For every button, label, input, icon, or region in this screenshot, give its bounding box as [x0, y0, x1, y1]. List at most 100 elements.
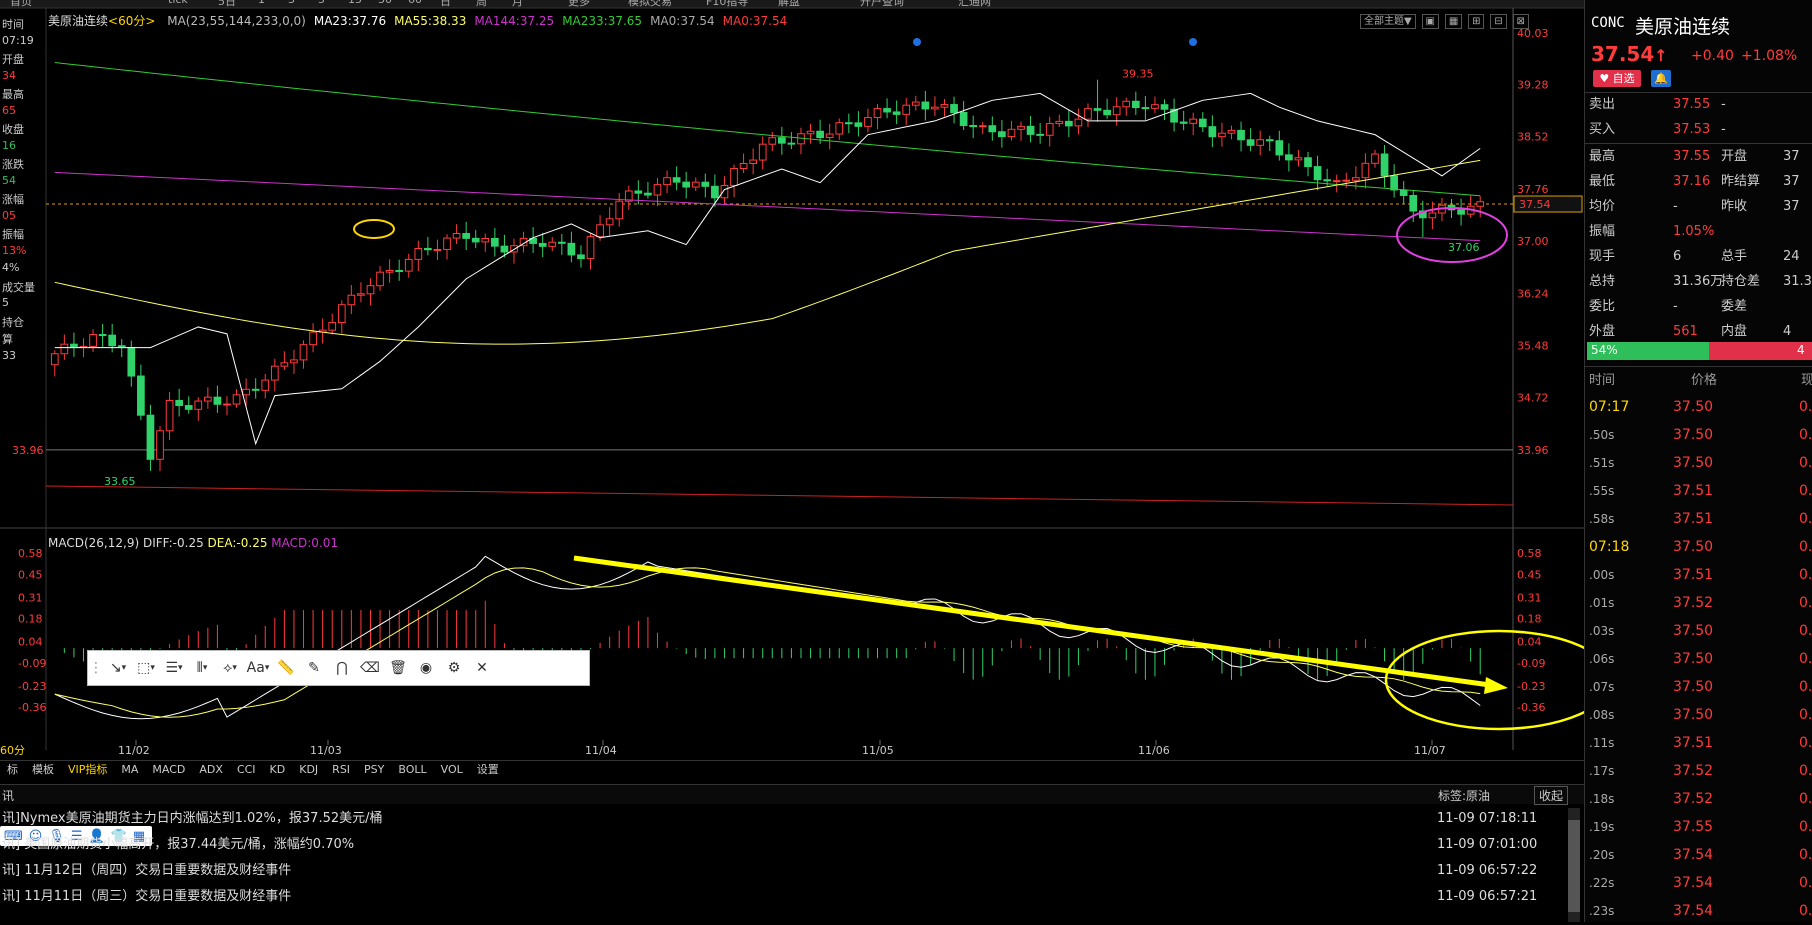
- indicator-tab[interactable]: PSY: [357, 761, 391, 778]
- yellow-ellipse-annotation[interactable]: [353, 219, 395, 239]
- indicator-tab[interactable]: 标: [0, 761, 25, 778]
- trash-icon[interactable]: 🗑: [384, 654, 412, 682]
- news-item[interactable]: 讯] 11月11日（周三）交易日重要数据及财经事件 11-09 06:57:21: [0, 884, 1570, 910]
- magnet-icon[interactable]: ⋂: [328, 654, 356, 682]
- ruler-icon[interactable]: 📏: [272, 654, 300, 682]
- macd-axis-tick: 0.04: [1517, 636, 1542, 649]
- split-icon[interactable]: ⊟: [1490, 14, 1507, 29]
- candle-body: [452, 233, 461, 239]
- indicator-tab[interactable]: 设置: [470, 761, 506, 778]
- candle-body: [1218, 132, 1226, 138]
- indicator-tab[interactable]: KDJ: [292, 761, 325, 778]
- indicator-tab[interactable]: RSI: [325, 761, 357, 778]
- news-title: 讯: [2, 789, 15, 803]
- ma144-line: [54, 171, 1481, 242]
- eraser-icon[interactable]: ⌫: [356, 654, 384, 682]
- news-tag[interactable]: 标签:原油: [1438, 787, 1490, 804]
- left-info-item: 最高: [2, 88, 24, 101]
- line-tool-icon[interactable]: ↘ ▾: [104, 654, 132, 682]
- text-tool-icon[interactable]: Aa ▾: [244, 654, 272, 682]
- candle-body: [605, 218, 614, 226]
- candle-body: [634, 190, 643, 194]
- last-low-label: 37.06: [1448, 241, 1480, 254]
- chart-header: 美原油连续<60分> MA(23,55,144,233,0,0) MA23:37.…: [48, 12, 795, 28]
- indicator-tab[interactable]: 模板: [25, 761, 61, 778]
- close-icon[interactable]: ✕: [468, 654, 496, 682]
- candle-body: [1304, 157, 1312, 168]
- candle-body: [711, 185, 719, 199]
- indicator-tab[interactable]: VOL: [434, 761, 470, 778]
- indicator-tab[interactable]: MACD: [145, 761, 192, 778]
- drag-handle-icon[interactable]: ⋮: [88, 654, 104, 682]
- candle-body: [1256, 139, 1265, 146]
- macd-left-tick: 0.31: [18, 591, 43, 604]
- news-item[interactable]: 讯] 美国原油期货小幅高开，报37.44美元/桶，涨幅约0.70% 11-09 0…: [0, 832, 1570, 858]
- news-item-title[interactable]: 讯] 美国原油期货小幅高开，报37.44美元/桶，涨幅约0.70%: [2, 832, 354, 858]
- indicator-tab[interactable]: CCI: [230, 761, 263, 778]
- candle-body: [1285, 154, 1293, 161]
- period-footer[interactable]: 60分: [0, 744, 25, 757]
- news-item-title[interactable]: 讯] 11月12日（周四）交易日重要数据及财经事件: [2, 858, 291, 884]
- divergence-arrow[interactable]: [573, 555, 1491, 688]
- event-marker[interactable]: [913, 38, 921, 46]
- candle-body: [337, 304, 346, 324]
- symbol-name[interactable]: 美原油连续: [48, 14, 108, 28]
- layout-icon[interactable]: ▣: [1421, 14, 1439, 29]
- rect-tool-icon[interactable]: ⬚ ▾: [132, 654, 160, 682]
- collapse-button[interactable]: 收起: [1534, 786, 1569, 805]
- indicator-tab[interactable]: KD: [263, 761, 293, 778]
- bell-icon[interactable]: 🔔: [1651, 70, 1671, 87]
- favorite-button[interactable]: ♥ 自选: [1593, 70, 1641, 87]
- up-arrow-icon: ↑: [1654, 46, 1668, 65]
- ma0-value-b: MA0:37.54: [722, 14, 788, 28]
- high-label: 39.35: [1122, 68, 1154, 81]
- zoom-icon[interactable]: ⊞: [1468, 14, 1485, 29]
- yellow-circle-annotation[interactable]: [1384, 629, 1584, 731]
- indicator-tab[interactable]: VIP指标: [61, 761, 114, 778]
- indicator-tab[interactable]: BOLL: [391, 761, 433, 778]
- candle-body: [644, 192, 652, 196]
- gear-icon[interactable]: ⚙: [440, 654, 468, 682]
- candle-body: [290, 359, 298, 364]
- pen-icon[interactable]: ✎: [300, 654, 328, 682]
- x-axis-label: 11/02: [118, 744, 150, 757]
- candle-body: [758, 143, 767, 161]
- pattern-tool-icon[interactable]: ⟡ ▾: [216, 654, 244, 682]
- candle-body: [988, 125, 997, 133]
- candle-body: [471, 237, 480, 243]
- news-item[interactable]: 讯] 11月12日（周四）交易日重要数据及财经事件 11-09 06:57:22: [0, 858, 1570, 884]
- indicator-tab[interactable]: MA: [114, 761, 145, 778]
- news-item-title[interactable]: 讯]Nymex美原油期货主力日内涨幅达到1.02%，报37.52美元/桶: [2, 806, 383, 832]
- ma55-line: [54, 159, 1481, 345]
- left-info-item: 65: [2, 103, 16, 117]
- eye-icon[interactable]: ◉: [412, 654, 440, 682]
- news-scrollbar[interactable]: [1568, 808, 1580, 922]
- grid-icon[interactable]: ▦: [1444, 14, 1463, 29]
- tick-row: .08s37.500.3: [1589, 707, 1812, 723]
- gann-tool-icon[interactable]: ⦀ ▾: [188, 654, 216, 682]
- x-axis-label: 11/04: [585, 744, 617, 757]
- tick-row: .51s37.500.3: [1589, 455, 1812, 471]
- indicator-tab[interactable]: ADX: [192, 761, 230, 778]
- news-item[interactable]: 讯]Nymex美原油期货主力日内涨幅达到1.02%，报37.52美元/桶 11-0…: [0, 806, 1570, 832]
- fib-tool-icon[interactable]: ☰ ▾: [160, 654, 188, 682]
- ma233-value: MA233:37.65: [562, 14, 643, 28]
- event-marker[interactable]: [1189, 38, 1197, 46]
- candle-body: [739, 163, 748, 169]
- price-axis-tick: 37.76: [1517, 183, 1549, 196]
- period-label[interactable]: <60分>: [108, 14, 155, 28]
- macd-left-tick: 0.45: [18, 568, 43, 581]
- candle-body: [414, 247, 423, 260]
- close-chart-icon[interactable]: ⊠: [1512, 14, 1529, 29]
- low-label: 33.65: [104, 475, 136, 488]
- left-info-item: 4%: [2, 261, 20, 274]
- theme-select[interactable]: 全部主题▼: [1360, 14, 1416, 29]
- candle-body: [969, 124, 978, 128]
- left-info-item: 13%: [2, 243, 27, 257]
- news-item-title[interactable]: 讯] 11月11日（周三）交易日重要数据及财经事件: [2, 884, 291, 910]
- ma144-value: MA144:37.25: [474, 14, 555, 28]
- candle-body: [89, 334, 97, 347]
- candle-body: [261, 379, 270, 391]
- left-info-item: 54: [2, 173, 16, 187]
- candle-body: [892, 111, 901, 115]
